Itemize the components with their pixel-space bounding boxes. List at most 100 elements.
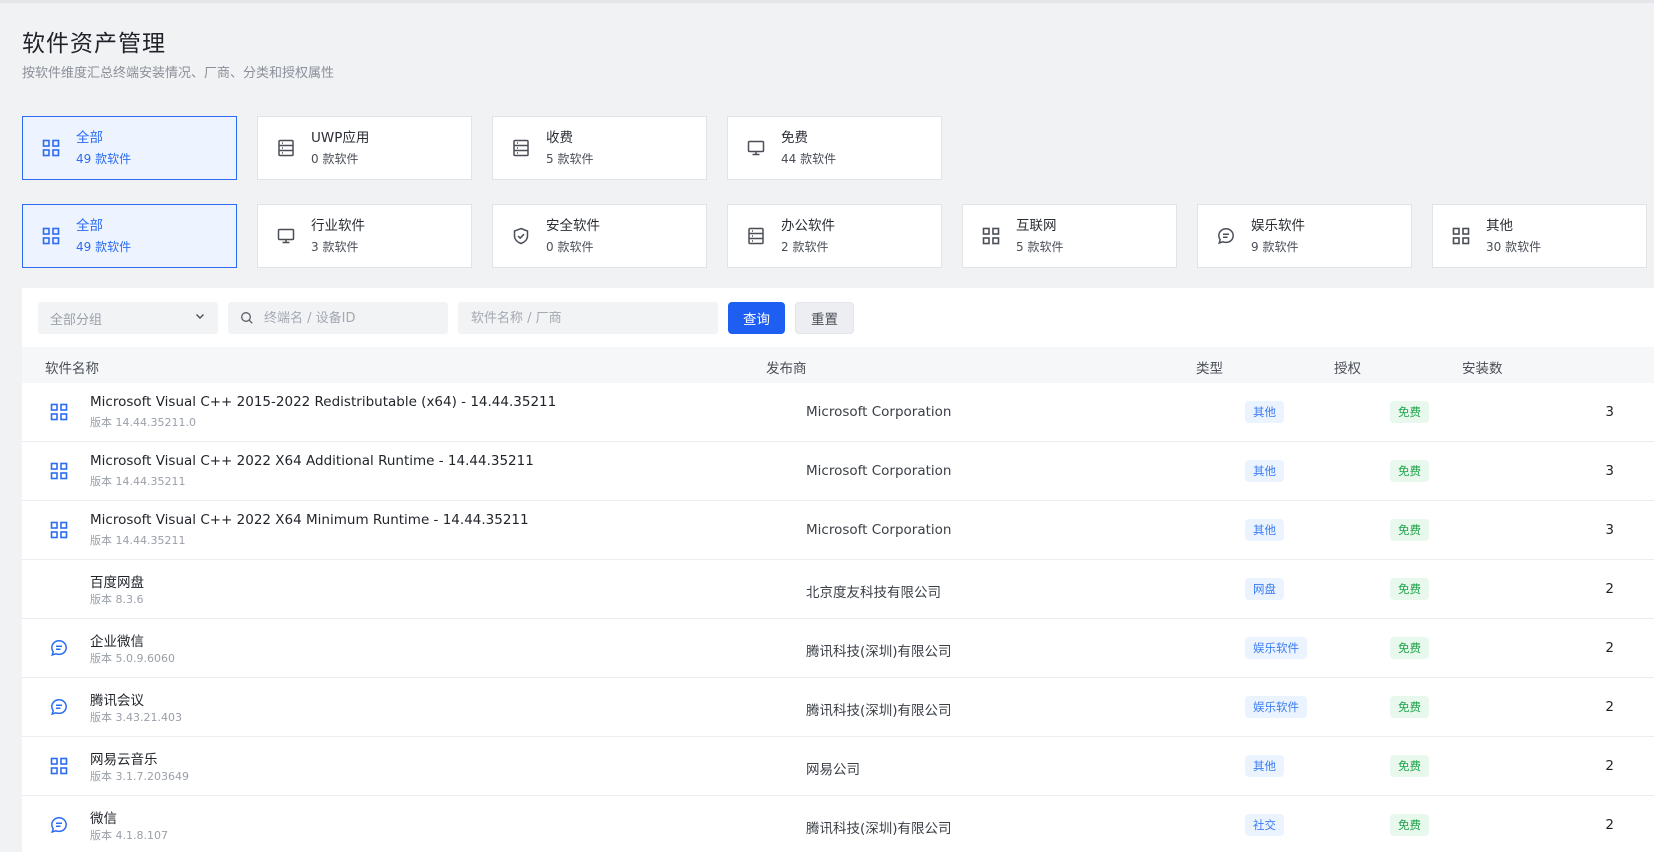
license-tag: 免费 <box>1390 637 1429 659</box>
filter-card[interactable]: 免费 44 款软件 <box>727 116 942 180</box>
header-installs: 安装数 <box>1462 361 1503 377</box>
chevron-down-icon <box>194 310 206 326</box>
filter-card[interactable]: 其他 30 款软件 <box>1432 204 1647 268</box>
publisher: 北京度友科技有限公司 <box>806 585 941 601</box>
software-version: 版本 14.44.35211.0 <box>90 416 196 429</box>
filter-card[interactable]: 全部 49 款软件 <box>22 204 237 268</box>
table-row[interactable]: 微信 版本 4.1.8.107 腾讯科技(深圳)有限公司 社交 免费 2 <box>22 796 1654 852</box>
card-count: 0 款软件 <box>311 151 359 166</box>
category-filter-cards: 全部 49 款软件 行业软件 3 款软件 安全软件 0 款软件 办公软件 2 款软件 互联网 5 … <box>22 204 1647 268</box>
software-name: Microsoft Visual C++ 2022 X64 Additional… <box>90 453 534 469</box>
type-tag: 娱乐软件 <box>1245 637 1307 659</box>
publisher: Microsoft Corporation <box>806 404 952 420</box>
software-version: 版本 5.0.9.6060 <box>90 652 175 665</box>
card-label: 全部 <box>76 129 103 146</box>
install-count: 2 <box>1605 640 1614 656</box>
card-label: 安全软件 <box>546 217 600 234</box>
filter-card[interactable]: 办公软件 2 款软件 <box>727 204 942 268</box>
grid-icon <box>48 519 70 541</box>
filter-card[interactable]: 娱乐软件 9 款软件 <box>1197 204 1412 268</box>
publisher: Microsoft Corporation <box>806 522 952 538</box>
terminal-search-input[interactable] <box>264 310 436 326</box>
card-label: 互联网 <box>1016 217 1057 234</box>
install-count: 3 <box>1605 404 1614 420</box>
grid-icon <box>48 460 70 482</box>
card-count: 5 款软件 <box>1016 239 1064 254</box>
card-label: 其他 <box>1486 217 1513 234</box>
install-count: 3 <box>1605 522 1614 538</box>
reset-button[interactable]: 重置 <box>795 302 854 334</box>
card-label: 全部 <box>76 217 103 234</box>
chat-icon <box>48 637 70 659</box>
license-tag: 免费 <box>1390 519 1429 541</box>
type-tag: 社交 <box>1245 814 1284 836</box>
license-tag: 免费 <box>1390 578 1429 600</box>
list-icon <box>510 137 532 159</box>
publisher: 腾讯科技(深圳)有限公司 <box>806 703 952 719</box>
license-tag: 免费 <box>1390 814 1429 836</box>
grid-icon <box>1450 225 1472 247</box>
software-name: 网易云音乐 <box>90 752 158 768</box>
type-tag: 其他 <box>1245 755 1284 777</box>
table-row[interactable]: 腾讯会议 版本 3.43.21.403 腾讯科技(深圳)有限公司 娱乐软件 免费 2 <box>22 678 1654 737</box>
software-name: 腾讯会议 <box>90 693 144 709</box>
license-filter-cards: 全部 49 款软件 UWP应用 0 款软件 收费 5 款软件 免费 44 款软件 <box>22 116 942 180</box>
table-body: Microsoft Visual C++ 2015-2022 Redistrib… <box>22 383 1654 852</box>
type-tag: 其他 <box>1245 460 1284 482</box>
group-select[interactable]: 全部分组 <box>38 302 218 334</box>
software-name: 微信 <box>90 811 117 827</box>
card-label: UWP应用 <box>311 129 370 146</box>
card-count: 2 款软件 <box>781 239 829 254</box>
grid-icon <box>48 401 70 423</box>
monitor-icon <box>745 137 767 159</box>
terminal-search <box>228 302 448 334</box>
software-version: 版本 3.1.7.203649 <box>90 770 189 783</box>
filter-card[interactable]: 收费 5 款软件 <box>492 116 707 180</box>
page-subtitle: 按软件维度汇总终端安装情况、厂商、分类和授权属性 <box>22 66 335 81</box>
type-tag: 其他 <box>1245 401 1284 423</box>
license-tag: 免费 <box>1390 755 1429 777</box>
install-count: 2 <box>1605 758 1614 774</box>
install-count: 3 <box>1605 463 1614 479</box>
header-type: 类型 <box>1196 361 1223 377</box>
table-row[interactable]: Microsoft Visual C++ 2022 X64 Minimum Ru… <box>22 501 1654 560</box>
monitor-icon <box>275 225 297 247</box>
page-title: 软件资产管理 <box>22 31 166 57</box>
table-row[interactable]: Microsoft Visual C++ 2022 X64 Additional… <box>22 442 1654 501</box>
card-label: 娱乐软件 <box>1251 217 1305 234</box>
software-search-input[interactable] <box>471 310 705 326</box>
software-version: 版本 8.3.6 <box>90 593 144 606</box>
publisher: 腾讯科技(深圳)有限公司 <box>806 644 952 660</box>
filter-card[interactable]: UWP应用 0 款软件 <box>257 116 472 180</box>
filter-card[interactable]: 全部 49 款软件 <box>22 116 237 180</box>
card-count: 49 款软件 <box>76 239 132 254</box>
query-button[interactable]: 查询 <box>728 302 785 334</box>
table-row[interactable]: Microsoft Visual C++ 2015-2022 Redistrib… <box>22 383 1654 442</box>
software-search <box>458 302 718 334</box>
filter-card[interactable]: 互联网 5 款软件 <box>962 204 1177 268</box>
card-label: 行业软件 <box>311 217 365 234</box>
header-license: 授权 <box>1334 361 1361 377</box>
list-icon <box>275 137 297 159</box>
table-row[interactable]: 企业微信 版本 5.0.9.6060 腾讯科技(深圳)有限公司 娱乐软件 免费 2 <box>22 619 1654 678</box>
search-icon <box>240 311 254 325</box>
type-tag: 娱乐软件 <box>1245 696 1307 718</box>
filter-card[interactable]: 安全软件 0 款软件 <box>492 204 707 268</box>
type-tag: 其他 <box>1245 519 1284 541</box>
software-version: 版本 14.44.35211 <box>90 534 186 547</box>
card-count: 3 款软件 <box>311 239 359 254</box>
shield-icon <box>510 225 532 247</box>
type-tag: 网盘 <box>1245 578 1284 600</box>
card-count: 30 款软件 <box>1486 239 1542 254</box>
license-tag: 免费 <box>1390 401 1429 423</box>
table-row[interactable]: 网易云音乐 版本 3.1.7.203649 网易公司 其他 免费 2 <box>22 737 1654 796</box>
header-name: 软件名称 <box>45 361 99 377</box>
software-name: Microsoft Visual C++ 2022 X64 Minimum Ru… <box>90 512 529 528</box>
card-label: 收费 <box>546 129 573 146</box>
table-row[interactable]: 百度网盘 版本 8.3.6 北京度友科技有限公司 网盘 免费 2 <box>22 560 1654 619</box>
filter-card[interactable]: 行业软件 3 款软件 <box>257 204 472 268</box>
software-table-panel: 全部分组 查询 重置 软件名称 发布商 类型 授权 安装数 Microsoft … <box>22 288 1654 852</box>
publisher: 腾讯科技(深圳)有限公司 <box>806 821 952 837</box>
software-version: 版本 4.1.8.107 <box>90 829 168 842</box>
card-count: 49 款软件 <box>76 151 132 166</box>
